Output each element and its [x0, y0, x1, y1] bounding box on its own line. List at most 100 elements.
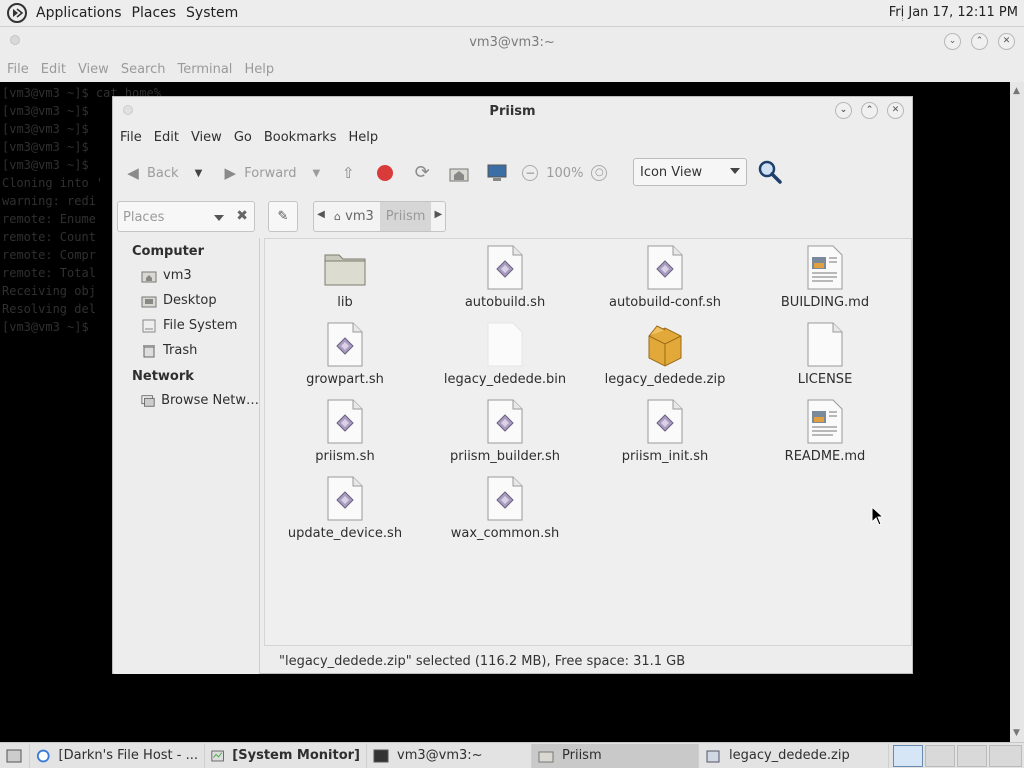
system-menu[interactable]: System: [181, 5, 243, 21]
breadcrumb-left-arrow-icon[interactable]: ◀: [314, 202, 328, 231]
sidebar-item-trash[interactable]: Trash: [114, 338, 259, 363]
task-priism[interactable]: Priism: [532, 743, 699, 768]
file-item[interactable]: README.md: [745, 399, 905, 476]
scroll-up-icon[interactable]: ▲: [1013, 86, 1020, 96]
file-item[interactable]: BUILDING.md: [745, 245, 905, 322]
zoom-reset-button[interactable]: ○: [591, 165, 608, 181]
desktop-folder-icon: [141, 296, 157, 307]
file-item[interactable]: update_device.sh: [265, 476, 425, 553]
breadcrumb-right-arrow-icon[interactable]: ▶: [431, 202, 445, 231]
zoom-out-button[interactable]: −: [522, 165, 539, 181]
forward-arrow-icon: ▶: [224, 164, 237, 182]
file-item[interactable]: lib: [265, 245, 425, 322]
show-desktop-button[interactable]: [0, 743, 30, 768]
terminal-icon: [373, 749, 389, 762]
terminal-menubar: File Edit View Search Terminal Help: [0, 57, 1024, 82]
terminal-window-menu-icon[interactable]: [10, 35, 20, 45]
close-pane-icon[interactable]: ✖: [236, 208, 248, 224]
terminal-menu-search[interactable]: Search: [115, 62, 172, 77]
back-history-dropdown-icon[interactable]: ▼: [195, 168, 203, 179]
menu-file[interactable]: File: [113, 130, 148, 145]
terminal-menu-edit[interactable]: Edit: [35, 62, 72, 77]
computer-button[interactable]: [486, 163, 508, 183]
close-icon[interactable]: ✕: [887, 102, 904, 119]
home-button[interactable]: [448, 163, 470, 183]
file-item[interactable]: autobuild-conf.sh: [585, 245, 745, 322]
terminal-scrollbar[interactable]: ▲ ▼: [1010, 82, 1024, 742]
task-terminal[interactable]: vm3@vm3:~: [367, 743, 532, 768]
terminal-menu-view[interactable]: View: [72, 62, 115, 77]
distro-logo-icon[interactable]: [7, 3, 27, 23]
workspace-3[interactable]: [957, 745, 987, 767]
menu-view[interactable]: View: [185, 130, 228, 145]
places-menu[interactable]: Places: [127, 5, 182, 21]
file-view[interactable]: lib autobuild.sh autobuild-conf.sh BUILDING…: [264, 238, 912, 646]
back-button[interactable]: ◀ Back ▼: [123, 163, 202, 183]
terminal-titlebar[interactable]: vm3@vm3:~ ⌄ ⌃ ✕: [0, 27, 1024, 57]
file-item[interactable]: growpart.sh: [265, 322, 425, 399]
menu-bookmarks[interactable]: Bookmarks: [258, 130, 343, 145]
file-item[interactable]: legacy_dedede.zip: [585, 322, 745, 399]
shell-script-icon: [322, 399, 368, 445]
breadcrumb-vm3-label: vm3: [345, 209, 374, 224]
search-icon[interactable]: [758, 160, 782, 184]
minimize-icon[interactable]: ⌄: [944, 33, 961, 50]
network-icon: [141, 394, 155, 407]
terminal-menu-help[interactable]: Help: [238, 62, 280, 77]
text-document-icon: [802, 245, 848, 291]
close-icon[interactable]: ✕: [998, 33, 1015, 50]
file-item[interactable]: priism_init.sh: [585, 399, 745, 476]
task-system-monitor[interactable]: [System Monitor]: [205, 743, 367, 768]
monitor-icon: [211, 750, 224, 761]
forward-history-dropdown-icon[interactable]: ▼: [313, 168, 321, 179]
terminal-menu-file[interactable]: File: [0, 62, 35, 77]
maximize-icon[interactable]: ⌃: [861, 102, 878, 119]
toggle-location-entry-button[interactable]: ✎: [268, 201, 298, 232]
maximize-icon[interactable]: ⌃: [971, 33, 988, 50]
sidebar-item-desktop[interactable]: Desktop: [114, 288, 259, 313]
minimize-icon[interactable]: ⌄: [835, 102, 852, 119]
sidebar-item-browse-network[interactable]: Browse Netw…: [114, 388, 259, 413]
places-combo[interactable]: Places ✖: [117, 201, 255, 232]
scroll-down-icon[interactable]: ▼: [1013, 728, 1020, 738]
breadcrumb-priism[interactable]: Priism: [379, 202, 432, 231]
file-manager-menubar: File Edit View Go Bookmarks Help: [113, 125, 912, 150]
sidebar-item-label: Trash: [163, 343, 198, 358]
applications-menu[interactable]: Applications: [31, 5, 127, 21]
terminal-menu-terminal[interactable]: Terminal: [171, 62, 238, 77]
file-item[interactable]: LICENSE: [745, 322, 905, 399]
file-item[interactable]: legacy_dedede.bin: [425, 322, 585, 399]
view-mode-select[interactable]: Icon View: [633, 158, 747, 186]
file-name: README.md: [784, 449, 866, 464]
sidebar-item-file-system[interactable]: File System: [114, 313, 259, 338]
sidebar-item-vm3[interactable]: vm3: [114, 263, 259, 288]
sidebar-heading-computer: Computer: [132, 244, 205, 259]
stop-button[interactable]: [376, 164, 394, 182]
computer-icon: [487, 164, 507, 181]
shell-script-icon: [482, 245, 528, 291]
breadcrumb-vm3[interactable]: ⌂ vm3: [328, 202, 380, 231]
file-item[interactable]: wax_common.sh: [425, 476, 585, 553]
file-item[interactable]: priism_builder.sh: [425, 399, 585, 476]
workspace-1[interactable]: [893, 745, 923, 767]
clock[interactable]: Fri Jan 17, 12:11 PM: [889, 5, 1018, 20]
terminal-title: vm3@vm3:~: [469, 34, 555, 50]
menu-go[interactable]: Go: [228, 130, 258, 145]
file-name: priism_init.sh: [621, 449, 709, 464]
up-button[interactable]: ⇧: [338, 163, 358, 183]
task-browser[interactable]: [Darkn's File Host - ...: [30, 743, 205, 768]
menu-edit[interactable]: Edit: [148, 130, 185, 145]
workspace-4[interactable]: [989, 745, 1022, 767]
forward-button[interactable]: ▶ Forward ▼: [220, 163, 320, 183]
task-label: legacy_dedede.zip: [729, 748, 850, 763]
file-name: wax_common.sh: [450, 526, 560, 541]
file-item[interactable]: autobuild.sh: [425, 245, 585, 322]
file-name: priism_builder.sh: [449, 449, 561, 464]
file-item[interactable]: priism.sh: [265, 399, 425, 476]
reload-button[interactable]: ⟳: [412, 163, 432, 183]
workspace-2[interactable]: [925, 745, 955, 767]
window-menu-icon[interactable]: [123, 105, 133, 115]
file-manager-titlebar[interactable]: Priism ⌄ ⌃ ✕: [113, 97, 912, 125]
task-archive[interactable]: legacy_dedede.zip: [699, 743, 889, 768]
menu-help[interactable]: Help: [342, 130, 384, 145]
